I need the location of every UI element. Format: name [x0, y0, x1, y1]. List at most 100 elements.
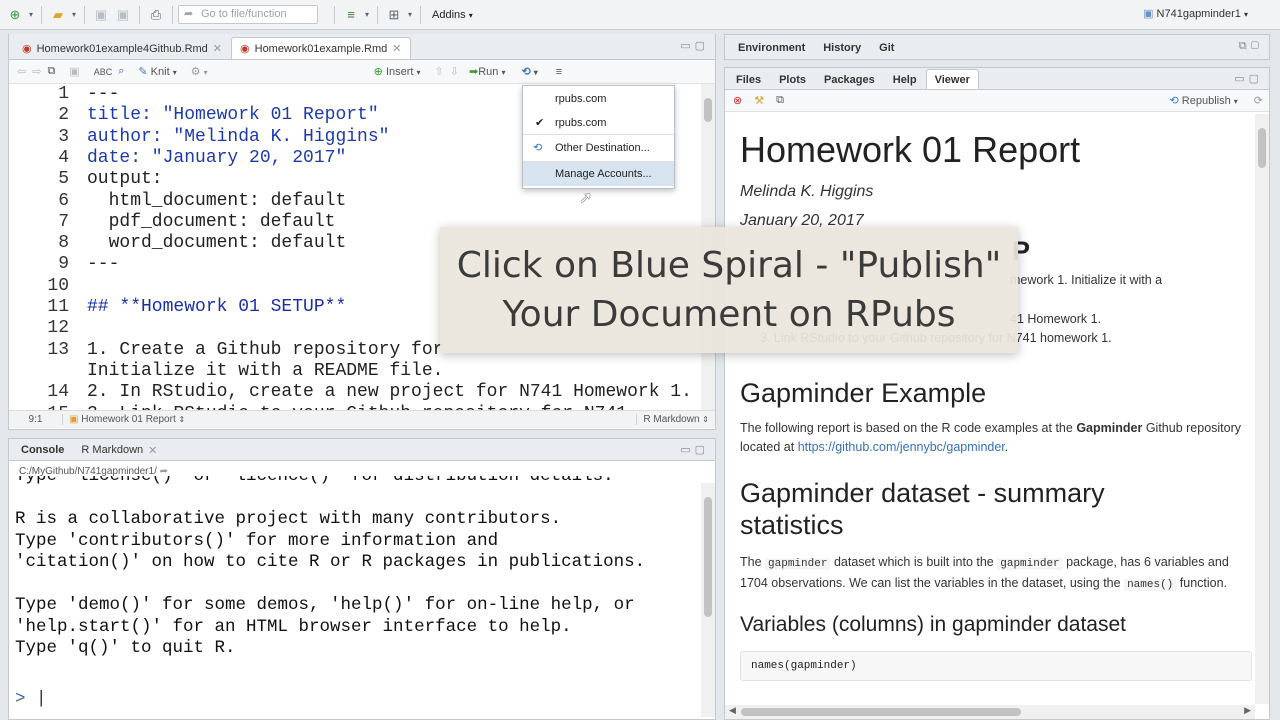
show-in-window-icon[interactable]: ⧉ — [47, 65, 55, 78]
scroll-left-icon[interactable]: ◀ — [729, 705, 736, 716]
open-project-icon[interactable]: ▰ — [47, 5, 69, 25]
addins-menu[interactable]: Addins ▾ — [432, 9, 473, 21]
tab-label: Homework01example.Rmd — [254, 42, 388, 55]
new-file-icon[interactable]: ⊕ — [4, 5, 26, 25]
code-line: html_document: default — [87, 190, 347, 211]
stop-icon[interactable]: ⊗ — [733, 94, 742, 107]
paragraph-text: the — [1103, 576, 1121, 590]
publish-spiral-icon[interactable]: ⟲ ▾ — [521, 65, 537, 78]
show-in-window-icon[interactable]: ⧉ — [776, 94, 784, 107]
publish-spiral-icon: ⟲ — [533, 142, 543, 154]
file-type-selector[interactable]: R Markdown ⇕ — [636, 414, 709, 425]
line-number: 11 — [47, 297, 69, 317]
overlay-line-2: Your Document on RPubs — [502, 294, 956, 335]
insert-chunk-button[interactable]: ⊕ Insert ▾ — [374, 65, 421, 78]
tab-packages[interactable]: Packages — [815, 69, 884, 89]
gapminder-link[interactable]: https://github.com/jennybc/gapminder — [798, 440, 1005, 454]
publish-menu-item[interactable]: ✔ rpubs.com — [523, 111, 674, 135]
run-button[interactable]: ➡Run ▾ — [469, 65, 505, 78]
scroll-right-icon[interactable]: ▶ — [1244, 705, 1251, 716]
save-icon[interactable]: ▣ — [90, 5, 112, 25]
viewer-scrollbar[interactable] — [1255, 114, 1269, 704]
tab-label: Help — [892, 73, 917, 86]
outline-icon[interactable]: ≡ — [556, 66, 562, 78]
scrollbar-thumb[interactable] — [1258, 128, 1266, 168]
console-prompt[interactable]: > | — [15, 689, 47, 711]
code-line: Initialize it with a README file. — [87, 360, 444, 381]
tab-homework01example4github[interactable]: ◉ Homework01example4Github.Rmd ✕ — [13, 37, 231, 59]
find-icon[interactable]: ⌕ — [118, 65, 124, 78]
scrollbar-thumb[interactable] — [704, 98, 712, 122]
tab-git[interactable]: Git — [870, 36, 903, 58]
pane-minimize-maximize-icon[interactable]: ▭▢ — [680, 443, 709, 456]
publish-menu-item[interactable]: rpubs.com — [523, 87, 674, 111]
tab-label: Git — [879, 41, 895, 54]
toolbar-divider — [84, 5, 85, 24]
pane-minimize-maximize-icon[interactable]: ▭▢ — [680, 39, 709, 52]
goto-file-input[interactable]: ➦ Go to file/function — [178, 5, 318, 24]
goto-arrow-icon: ➦ — [184, 8, 194, 20]
tab-history[interactable]: History — [814, 36, 870, 58]
line-number: 4 — [58, 147, 69, 168]
save-all-icon[interactable]: ▣ — [112, 5, 134, 25]
toolbar-divider — [377, 5, 378, 24]
project-icon: ▣ — [1143, 8, 1154, 20]
tab-console[interactable]: Console — [13, 440, 72, 460]
previous-chunk-icon[interactable]: ⇧ — [435, 65, 444, 78]
build-icon[interactable]: ≡ — [340, 5, 362, 25]
clear-broom-icon[interactable]: ⚒ — [754, 94, 764, 107]
tab-plots[interactable]: Plots — [770, 69, 815, 89]
grid-layout-icon[interactable]: ⊞ — [383, 5, 405, 25]
viewer-content: Homework 01 Report Melinda K. Higgins Ja… — [740, 130, 1252, 700]
scrollbar-thumb[interactable] — [741, 708, 1021, 716]
viewer-pane: Files Plots Packages Help Viewer ▭▢ ⊗ ⚒ … — [724, 67, 1270, 720]
code-line: ## **Homework 01 SETUP** — [87, 297, 347, 317]
print-icon[interactable]: ⎙ — [145, 5, 167, 25]
close-icon[interactable]: ✕ — [148, 444, 157, 457]
close-icon[interactable]: ✕ — [213, 42, 222, 55]
refresh-icon[interactable]: ⟳ — [1254, 94, 1263, 107]
publish-menu-item[interactable]: ⟲ Other Destination... — [523, 135, 674, 162]
tab-environment[interactable]: Environment — [729, 36, 814, 58]
console-output[interactable]: Type 'license()' or 'licence()' for dist… — [15, 476, 701, 672]
paragraph-text: . — [1004, 440, 1009, 454]
scrollbar-thumb[interactable] — [704, 497, 712, 617]
settings-gear-icon[interactable]: ⚙ ▾ — [191, 65, 208, 78]
dropdown-arrow-icon[interactable]: ▾ — [405, 5, 415, 25]
back-icon[interactable]: ⇦ — [17, 65, 26, 78]
project-menu[interactable]: ▣ N741gapminder1 ▾ — [1143, 7, 1248, 20]
dataset-heading: Gapminder dataset - summary — [740, 478, 1105, 508]
republish-button[interactable]: ⟲ Republish ▾ — [1170, 94, 1238, 107]
dropdown-arrow-icon: ▾ — [501, 68, 506, 77]
gapminder-bold: Gapminder — [1076, 421, 1143, 435]
project-name: N741gapminder1 — [1156, 8, 1241, 20]
dropdown-arrow-icon: ▾ — [468, 10, 473, 20]
console-line: Type 'demo()' for some demos, 'help()' f… — [15, 595, 635, 615]
dropdown-arrow-icon[interactable]: ▾ — [362, 5, 372, 25]
close-icon[interactable]: ✕ — [392, 42, 401, 55]
forward-icon[interactable]: ⇨ — [32, 65, 41, 78]
pane-restore-icon[interactable]: ⧉▢ — [1239, 40, 1263, 53]
pane-minimize-maximize-icon[interactable]: ▭▢ — [1234, 72, 1263, 85]
publish-menu-item[interactable]: Manage Accounts... — [523, 162, 674, 186]
tab-homework01example[interactable]: ◉ Homework01example.Rmd ✕ — [231, 37, 411, 59]
goto-placeholder: Go to file/function — [201, 8, 287, 20]
tab-files[interactable]: Files — [727, 69, 770, 89]
section-navigator[interactable]: ▣ Homework 01 Report ⇕ — [69, 414, 185, 425]
tab-viewer[interactable]: Viewer — [925, 69, 979, 89]
tab-r-markdown[interactable]: R Markdown ✕ — [72, 440, 166, 460]
knit-button[interactable]: ✎ Knit ▾ — [138, 65, 176, 78]
code-line: author: "Melinda K. Higgins" — [87, 126, 390, 147]
tab-help[interactable]: Help — [884, 69, 926, 89]
viewer-toolbar: ⊗ ⚒ ⧉ ⟲ Republish ▾ ⟳ — [725, 90, 1269, 112]
next-chunk-icon[interactable]: ⇩ — [450, 65, 459, 78]
code-line: --- — [87, 84, 120, 104]
console-line: R is a collaborative project with many c… — [15, 509, 562, 529]
dropdown-arrow-icon[interactable]: ▾ — [69, 5, 79, 25]
spellcheck-icon[interactable]: ABC — [94, 67, 113, 77]
viewer-h-scrollbar[interactable]: ◀ ▶ — [725, 705, 1255, 719]
mouse-cursor-icon: ➚ — [579, 190, 593, 207]
save-icon[interactable]: ▣ — [69, 65, 79, 78]
console-scrollbar[interactable] — [701, 483, 715, 717]
dropdown-arrow-icon[interactable]: ▾ — [26, 5, 36, 25]
